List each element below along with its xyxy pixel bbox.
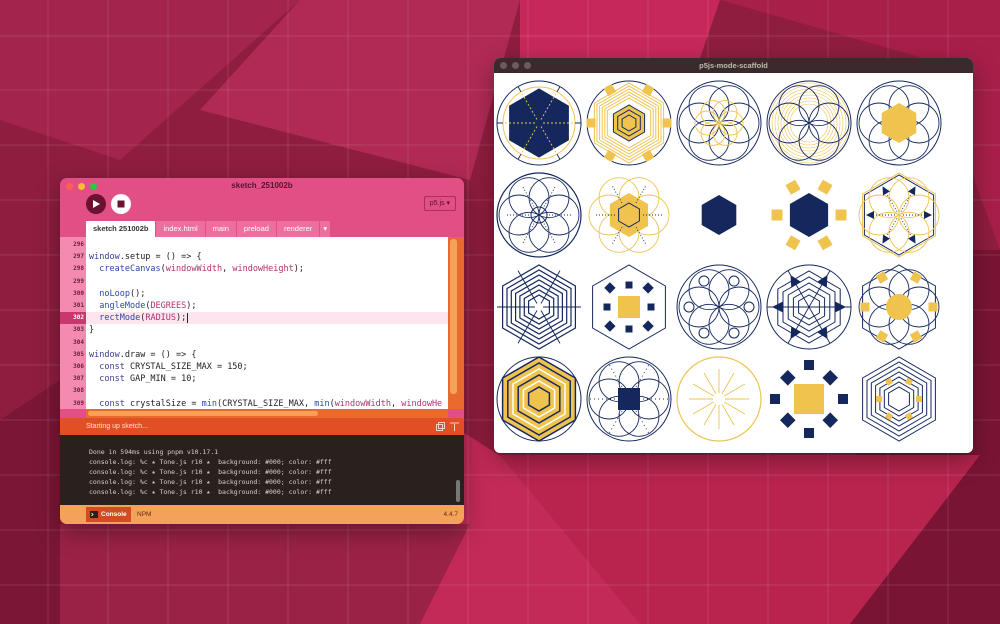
p5-version-select[interactable]: p5.js ▾ — [423, 196, 456, 211]
status-bar: Starting up sketch... — [60, 418, 464, 435]
preview-titlebar[interactable]: p5js-mode-scaffold — [494, 58, 973, 73]
crystal-petal-navy-square — [586, 356, 672, 442]
crystal-hexagon-navy-ring — [496, 80, 582, 166]
crystal-lattice-navy-triangles — [766, 264, 852, 350]
line-number: 307 — [73, 375, 84, 383]
line-number: 303 — [73, 326, 84, 334]
run-button[interactable] — [86, 194, 106, 214]
line-number: 299 — [73, 277, 84, 285]
horizontal-scrollbar[interactable] — [86, 409, 448, 418]
tab-index-html[interactable]: index.html — [156, 221, 206, 237]
console-line: console.log: %c ★ Tone.js r10 ★ backgrou… — [89, 488, 332, 496]
code-line: angleMode(DEGREES); — [99, 301, 197, 311]
code-line: window.setup = () => { — [89, 252, 202, 263]
stop-icon — [117, 200, 125, 208]
crystal-circle-lattice-gold — [586, 80, 672, 166]
code-line: const crystalSize = min(CRYSTAL_SIZE_MAX… — [99, 398, 443, 409]
crystal-concentric-hexagon-gold — [496, 356, 582, 442]
crystal-petal-navy-gold — [676, 80, 762, 166]
line-number: 306 — [73, 363, 84, 370]
line-number: 297 — [73, 253, 84, 261]
app-version: 4.4.7 — [443, 511, 458, 518]
line-number: 308 — [73, 387, 84, 395]
console-line: console.log: %c ★ Tone.js r10 ★ backgrou… — [89, 478, 332, 486]
console-line: console.log: %c ★ Tone.js r10 ★ backgrou… — [89, 458, 332, 466]
tab-renderer[interactable]: renderer — [276, 221, 321, 237]
code-line: rectMode(RADIUS); — [86, 312, 448, 325]
editor-window: sketch_251002b p5.js ▾ sketch 251002b in… — [60, 178, 464, 524]
minimize-window-button[interactable] — [512, 62, 519, 69]
line-number: 305 — [73, 350, 84, 358]
console-tab-label: Console — [101, 511, 127, 518]
crystal-lattice-gold-triangles — [858, 172, 940, 258]
crystal-petal-navy — [496, 172, 582, 258]
console-tab[interactable]: Console — [86, 507, 131, 522]
console-scrollbar[interactable] — [456, 480, 460, 502]
minimize-window-button[interactable] — [78, 183, 85, 190]
console-line: Done in 594ms using pnpm v10.17.1 — [89, 448, 219, 456]
line-number: 296 — [73, 241, 84, 248]
close-window-button[interactable] — [500, 62, 507, 69]
status-text: Starting up sketch... — [86, 423, 148, 430]
crystal-petal-navy-small — [676, 264, 762, 350]
code-line: } — [89, 325, 95, 336]
code-line: createCanvas(windowWidth, windowHeight); — [99, 264, 305, 275]
file-tabs: sketch 251002b index.html main preload r… — [86, 221, 332, 237]
terminal-icon — [90, 511, 98, 518]
crystal-petal-gold-squares — [858, 264, 940, 350]
preview-title: p5js-mode-scaffold — [699, 61, 768, 70]
stop-button[interactable] — [111, 194, 131, 214]
code-line: const CRYSTAL_SIZE_MAX = 150; — [99, 362, 248, 372]
more-tabs-button[interactable]: ▾ — [320, 221, 332, 237]
bottom-panel-bar: Console NPM 4.4.7 — [60, 505, 464, 524]
collapse-icon[interactable] — [450, 422, 459, 431]
crystal-hexagon-navy-solid — [701, 195, 737, 235]
editor-title: sketch_251002b — [231, 181, 293, 190]
tab-main[interactable]: main — [205, 221, 237, 237]
crystal-sunburst-gold — [676, 356, 762, 442]
code-line: window.draw = () => { — [89, 349, 197, 360]
play-icon — [93, 200, 100, 208]
sketch-canvas[interactable] — [494, 73, 973, 453]
console-line: console.log: %c ★ Tone.js r10 ★ backgrou… — [89, 468, 332, 476]
line-number: 304 — [73, 338, 84, 346]
crystal-concentric-hexagon-outline — [862, 356, 936, 442]
line-number-gutter: 296 297 298 299 300 301 302 303 304 305 306 307 308 3… — [60, 237, 86, 409]
line-number: 298 — [73, 265, 84, 273]
close-window-button[interactable] — [66, 183, 73, 190]
crystal-concentric-hexagon-navy — [497, 264, 581, 350]
zoom-window-button[interactable] — [524, 62, 531, 69]
crystal-square-gold-navy — [770, 360, 848, 438]
code-line: noLoop(); — [99, 288, 146, 299]
console-output[interactable]: Done in 594ms using pnpm v10.17.1 consol… — [60, 435, 464, 505]
code-editor[interactable]: window.setup = () => { createCanvas(wind… — [86, 237, 448, 409]
preview-window: p5js-mode-scaffold — [494, 58, 973, 453]
line-number: 309 — [73, 399, 84, 407]
editor-titlebar[interactable]: sketch_251002b — [60, 178, 464, 194]
line-number: 300 — [73, 289, 84, 297]
npm-tab[interactable]: NPM — [137, 507, 151, 522]
copy-icon[interactable] — [436, 422, 445, 431]
tab-sketch[interactable]: sketch 251002b — [86, 221, 157, 237]
zoom-window-button[interactable] — [90, 183, 97, 190]
crystal-hexagon-gold-petal — [856, 80, 942, 166]
crystal-hexagon-gold-lattice — [588, 177, 670, 253]
crystal-petal-gold-dense — [766, 80, 852, 166]
code-line: const GAP_MIN = 10; — [99, 374, 197, 385]
vertical-scrollbar[interactable] — [448, 237, 464, 409]
tab-preload[interactable]: preload — [236, 221, 277, 237]
crystal-hexagon-squares-mixed — [592, 264, 666, 350]
crystal-hexagon-navy-squares — [771, 179, 847, 251]
line-number: 302 — [60, 312, 86, 325]
line-number: 301 — [73, 302, 84, 309]
